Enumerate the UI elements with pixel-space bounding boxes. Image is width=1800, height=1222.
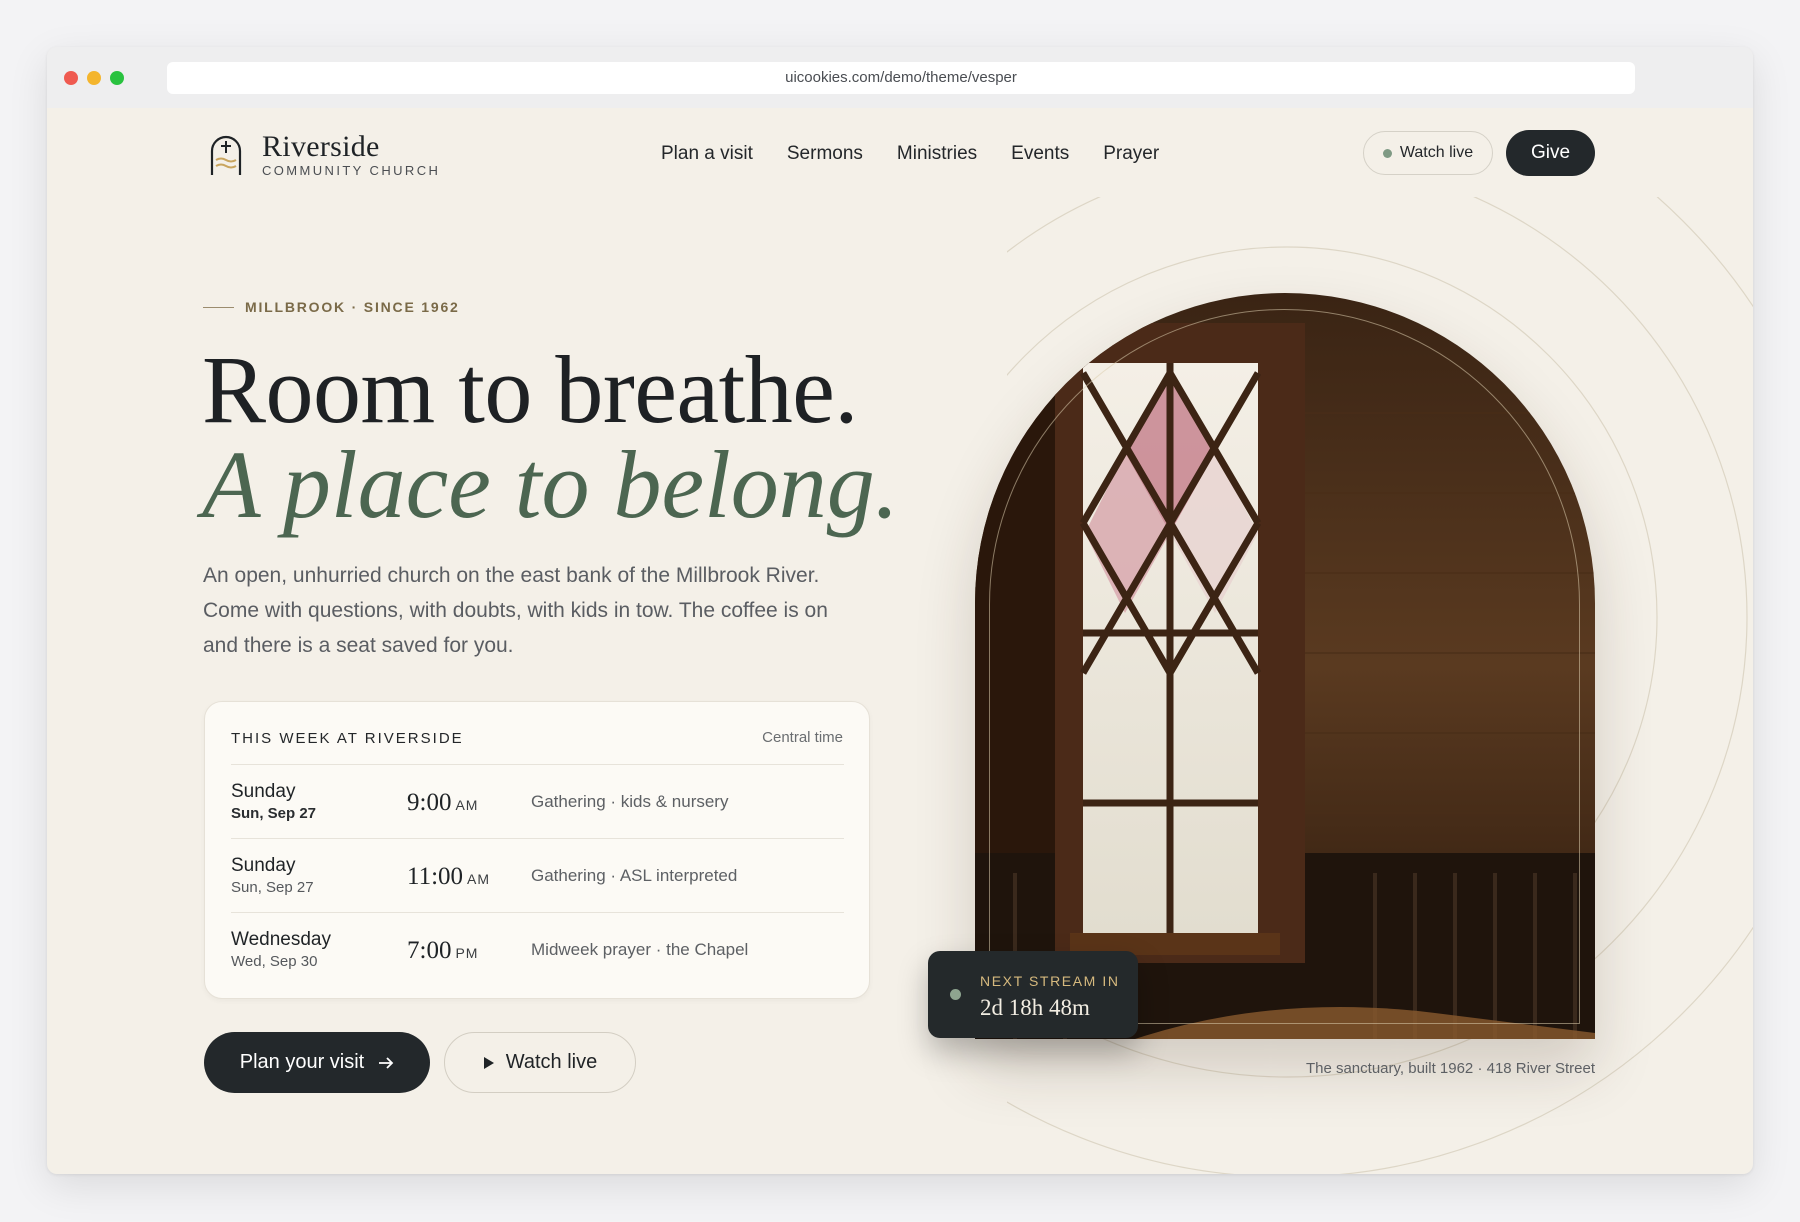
schedule-title: THIS WEEK AT RIVERSIDE [231, 730, 464, 747]
nav-sermons[interactable]: Sermons [787, 143, 863, 165]
maximize-window-button[interactable] [110, 71, 124, 85]
eyebrow-divider [203, 307, 234, 308]
stream-countdown: 2d 18h 48m [980, 995, 1090, 1020]
give-button[interactable]: Give [1506, 130, 1595, 176]
schedule-day: Sunday [231, 855, 296, 876]
next-stream-badge[interactable]: NEXT STREAM IN 2d 18h 48m [928, 951, 1138, 1038]
stream-status-icon [950, 989, 961, 1000]
schedule-timezone: Central time [762, 729, 843, 746]
schedule-date: Wed, Sep 30 [231, 953, 318, 970]
address-bar[interactable]: uicookies.com/demo/theme/vesper [167, 62, 1635, 94]
live-status-icon [1382, 148, 1392, 158]
photo-caption: The sanctuary, built 1962 · 418 River St… [1305, 1060, 1595, 1077]
schedule-description: Gathering · kids & nursery [531, 792, 729, 811]
nav-ministries[interactable]: Ministries [897, 143, 977, 165]
schedule-time-value: 9:00 [407, 789, 452, 816]
next-stream-label: NEXT STREAM IN [980, 973, 1120, 989]
play-icon [483, 1056, 494, 1069]
schedule-time: 7:00 PM [407, 937, 478, 965]
schedule-day: Sunday [231, 781, 296, 802]
schedule-time-ampm: AM [455, 797, 479, 813]
hero-headline: Room to breathe. [202, 336, 858, 443]
watch-live-label: Watch live [505, 1051, 598, 1073]
schedule-time-value: 11:00 [407, 863, 464, 890]
schedule-date: Sun, Sep 27 [231, 879, 314, 896]
schedule-time-value: 7:00 [407, 937, 452, 964]
plan-your-visit-label: Plan your visit [239, 1051, 365, 1073]
sanctuary-photo [975, 293, 1595, 1039]
hero-intro: An open, unhurried church on the east ba… [203, 564, 828, 657]
main-nav: Plan a visit Sermons Ministries Events P… [661, 143, 1193, 165]
arrow-right-icon [379, 1056, 394, 1069]
schedule-row[interactable]: Wednesday Wed, Sep 30 7:00 PM Midweek pra… [231, 912, 844, 987]
brand-subtitle: COMMUNITY CHURCH [262, 163, 441, 178]
watch-live-header-label: Watch live [1399, 144, 1474, 161]
schedule-row[interactable]: Sunday Sun, Sep 27 9:00 AM Gathering · ki… [231, 764, 844, 839]
schedule-time-ampm: PM [455, 945, 479, 961]
close-window-button[interactable] [64, 71, 78, 85]
brand-name[interactable]: Riverside [262, 130, 380, 164]
hero-eyebrow: MILLBROOK · SINCE 1962 [245, 299, 460, 315]
browser-titlebar: uicookies.com/demo/theme/vesper [47, 47, 1753, 108]
schedule-time-ampm: AM [467, 871, 491, 887]
church-arch-logo-icon[interactable] [209, 133, 243, 177]
nav-prayer[interactable]: Prayer [1103, 143, 1159, 165]
schedule-time: 11:00 AM [407, 863, 490, 891]
nav-plan-a-visit[interactable]: Plan a visit [661, 143, 753, 165]
schedule-description: Midweek prayer · the Chapel [531, 940, 749, 959]
schedule-date: Sun, Sep 27 [231, 805, 317, 822]
nav-events[interactable]: Events [1011, 143, 1069, 165]
watch-live-button[interactable]: Watch live [444, 1032, 636, 1093]
plan-your-visit-button[interactable]: Plan your visit [204, 1032, 430, 1093]
minimize-window-button[interactable] [87, 71, 101, 85]
schedule-day: Wednesday [231, 929, 331, 950]
watch-live-header-button[interactable]: Watch live [1363, 131, 1493, 175]
browser-window: uicookies.com/demo/theme/vesper Riversid… [47, 47, 1753, 1174]
schedule-card: THIS WEEK AT RIVERSIDE Central time Sund… [204, 701, 870, 999]
schedule-description: Gathering · ASL interpreted [531, 866, 738, 885]
hero-headline-italic: A place to belong. [202, 431, 899, 538]
schedule-row[interactable]: Sunday Sun, Sep 27 11:00 AM Gathering · A… [231, 838, 844, 913]
stained-glass-window-image [975, 293, 1595, 1039]
schedule-time: 9:00 AM [407, 789, 478, 817]
